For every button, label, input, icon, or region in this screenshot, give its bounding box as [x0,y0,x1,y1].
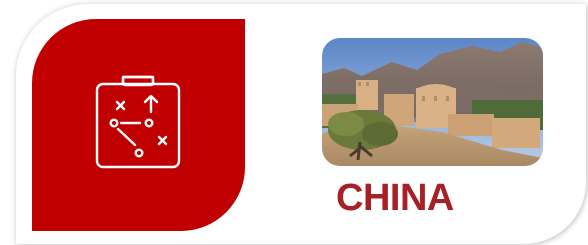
country-title: CHINA [336,177,454,219]
destination-photo [322,38,543,166]
clipboard-strategy-icon [95,75,181,169]
page: CHINA [0,0,588,245]
